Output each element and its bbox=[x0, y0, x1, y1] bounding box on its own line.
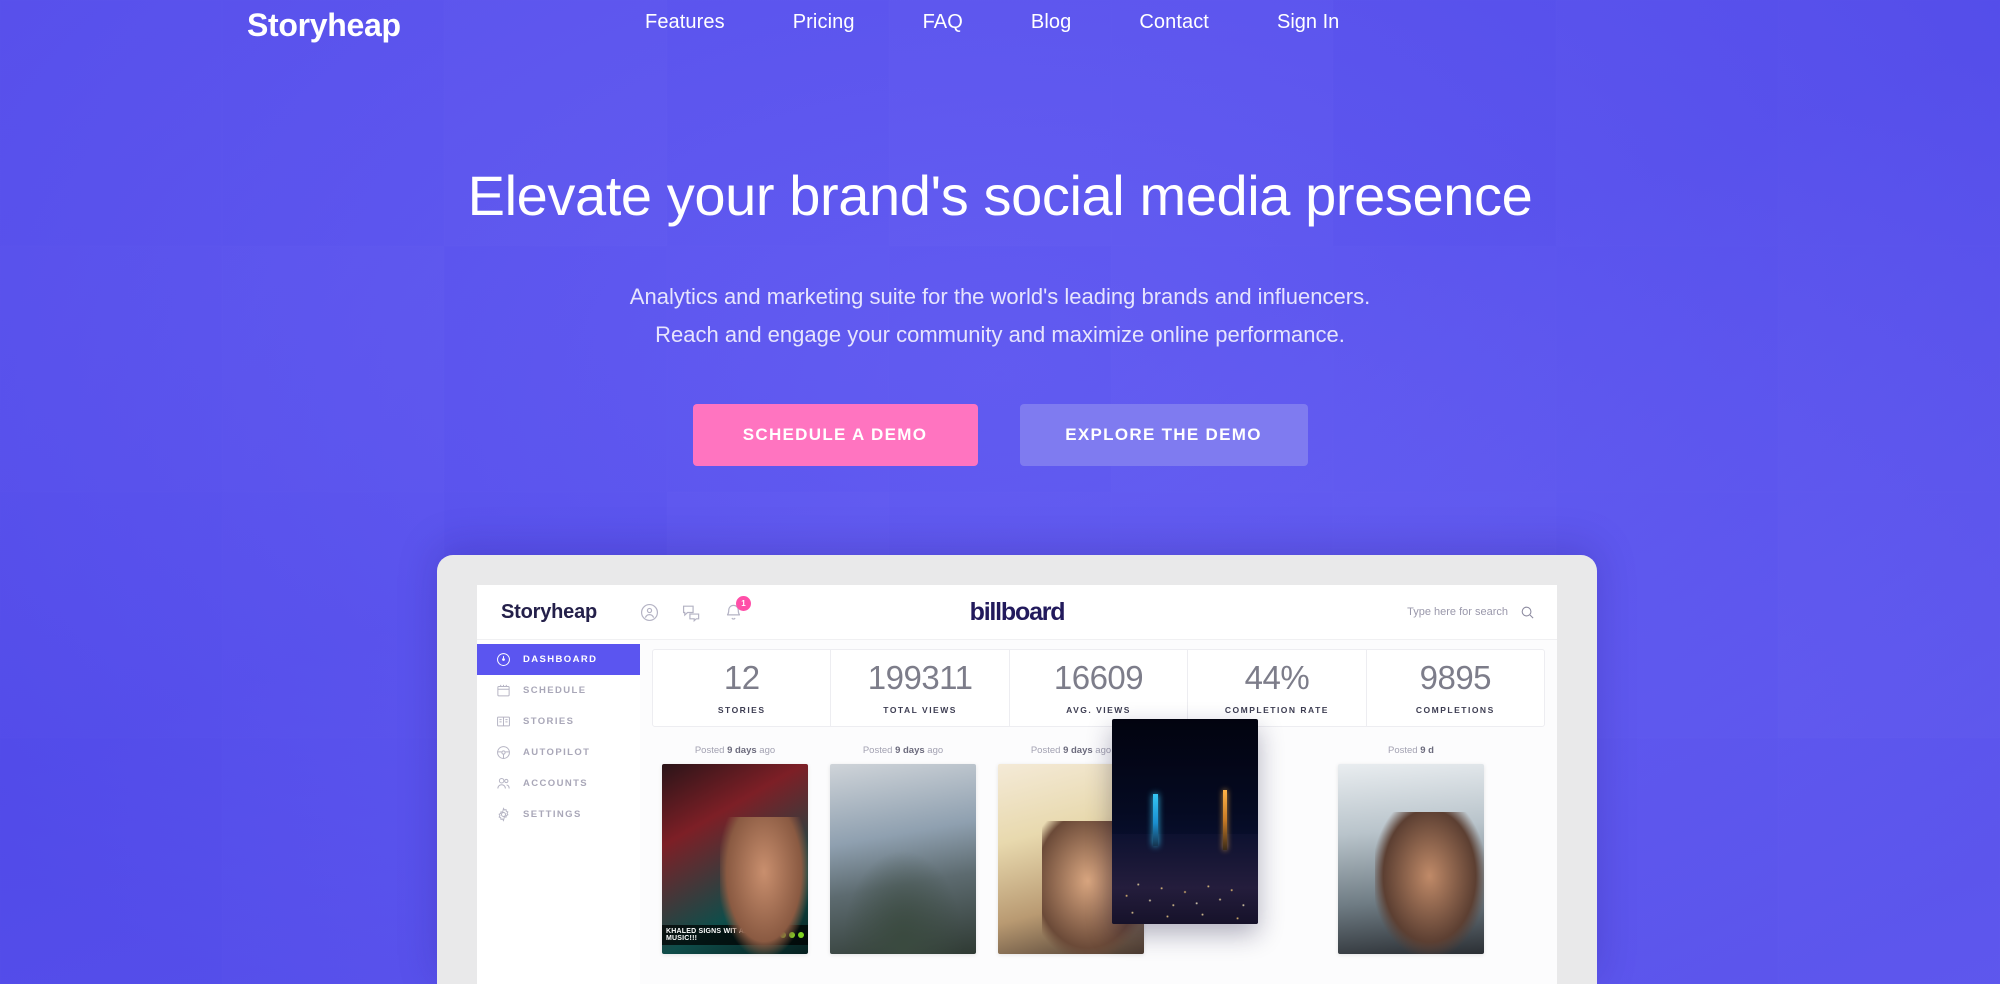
stat-completions: 9895 COMPLETIONS bbox=[1367, 650, 1544, 726]
calendar-icon bbox=[495, 683, 511, 699]
stat-completion-rate: 44% COMPLETION RATE bbox=[1188, 650, 1367, 726]
stat-value: 9895 bbox=[1419, 659, 1492, 696]
stat-stories: 12 STORIES bbox=[653, 650, 832, 726]
posted-age: 9 d bbox=[1420, 745, 1434, 756]
stat-total-views: 199311 TOTAL VIEWS bbox=[831, 650, 1010, 726]
stat-label: COMPLETION RATE bbox=[1224, 705, 1329, 715]
nav-item-pricing[interactable]: Pricing bbox=[793, 11, 855, 34]
posted-age: 9 days bbox=[1063, 745, 1093, 756]
notification-badge: 1 bbox=[736, 595, 752, 611]
site-logo[interactable]: Storyheap bbox=[247, 7, 401, 44]
story-posted-meta: Posted 9 d bbox=[1338, 745, 1484, 756]
sidebar-item-stories[interactable]: STORIES bbox=[477, 706, 640, 737]
sign-in-link[interactable]: Sign In bbox=[1277, 11, 1339, 34]
nav-links: Features Pricing FAQ Blog Contact bbox=[645, 11, 1209, 34]
story-caption-text: KHALED SIGNS WIT APPLE MUSIC!!! bbox=[666, 928, 764, 942]
stat-value: 12 bbox=[723, 659, 760, 696]
chat-icon[interactable] bbox=[682, 603, 701, 622]
posted-prefix: Posted bbox=[1030, 745, 1064, 756]
sidebar-item-settings[interactable]: SETTINGS bbox=[477, 799, 640, 830]
hero-subtitle: Analytics and marketing suite for the wo… bbox=[0, 278, 2000, 354]
nav-item-contact[interactable]: Contact bbox=[1139, 11, 1209, 34]
story-thumbnail[interactable] bbox=[1338, 764, 1484, 954]
search-icon[interactable] bbox=[1520, 605, 1535, 620]
story-thumbnail-nyc-skyline[interactable] bbox=[1112, 719, 1258, 924]
story-caption: KHALED SIGNS WIT APPLE MUSIC!!! bbox=[662, 925, 808, 945]
search-input[interactable]: Type here for search bbox=[1407, 606, 1508, 618]
book-icon bbox=[495, 714, 511, 730]
hero-section: Elevate your brand's social media presen… bbox=[0, 0, 2000, 467]
hero-cta-row: SCHEDULE A DEMO EXPLORE THE DEMO bbox=[0, 404, 2000, 467]
posted-prefix: Posted bbox=[862, 745, 896, 756]
steering-wheel-icon bbox=[495, 745, 511, 761]
app-header-icons: 1 bbox=[640, 595, 752, 622]
search-box[interactable]: Type here for search bbox=[1407, 605, 1535, 620]
sidebar-label-settings: SETTINGS bbox=[523, 809, 582, 820]
stat-avg-views: 16609 AVG. VIEWS bbox=[1010, 650, 1189, 726]
sidebar-label-autopilot: AUTOPILOT bbox=[523, 747, 591, 758]
posted-age: 9 days bbox=[895, 745, 925, 756]
sidebar-item-dashboard[interactable]: DASHBOARD bbox=[477, 644, 640, 675]
stat-value: 16609 bbox=[1053, 659, 1144, 696]
story-card[interactable]: Posted 9 d bbox=[1338, 745, 1484, 954]
story-cards-row: Posted 9 days ago KHALED SIGNS WIT APPLE… bbox=[640, 719, 1557, 954]
app-body: DASHBOARD SCHEDULE STORIES AUTOPILOT ACC… bbox=[477, 640, 1557, 984]
nav-item-features[interactable]: Features bbox=[645, 11, 725, 34]
app-sidebar: DASHBOARD SCHEDULE STORIES AUTOPILOT ACC… bbox=[477, 640, 640, 984]
story-card-featured[interactable] bbox=[1112, 719, 1258, 924]
stat-label: COMPLETIONS bbox=[1415, 705, 1495, 715]
sidebar-label-stories: STORIES bbox=[523, 716, 575, 727]
speedometer-icon bbox=[495, 652, 511, 668]
posted-suffix: ago bbox=[1092, 745, 1112, 756]
dashboard-device-mockup: Storyheap 1 billboard Type here for sear… bbox=[437, 555, 1597, 984]
person-circle-icon[interactable] bbox=[640, 603, 659, 622]
green-dot-icon bbox=[789, 932, 795, 938]
hero-subtitle-line-1: Analytics and marketing suite for the wo… bbox=[629, 283, 1371, 309]
story-posted-meta: Posted 9 days ago bbox=[830, 745, 976, 756]
stat-label: TOTAL VIEWS bbox=[883, 705, 957, 715]
stat-value: 199311 bbox=[867, 659, 973, 696]
app-header: Storyheap 1 billboard Type here for sear… bbox=[477, 585, 1557, 640]
sidebar-item-accounts[interactable]: ACCOUNTS bbox=[477, 768, 640, 799]
antenna-tower bbox=[1222, 790, 1227, 851]
posted-age: 9 days bbox=[727, 745, 757, 756]
hero-headline: Elevate your brand's social media presen… bbox=[467, 164, 1533, 227]
posted-prefix: Posted bbox=[694, 745, 728, 756]
app-logo[interactable]: Storyheap bbox=[501, 601, 597, 624]
bell-icon[interactable]: 1 bbox=[724, 595, 752, 622]
billboard-brand-logo: billboard bbox=[969, 597, 1066, 626]
stat-label: STORIES bbox=[717, 705, 766, 715]
sidebar-label-dashboard: DASHBOARD bbox=[523, 654, 598, 665]
dashboard-main: 12 STORIES 199311 TOTAL VIEWS 16609 AVG.… bbox=[640, 640, 1557, 984]
green-dot-icon bbox=[780, 932, 786, 938]
explore-demo-button[interactable]: EXPLORE THE DEMO bbox=[1019, 404, 1308, 467]
gear-icon bbox=[495, 807, 511, 823]
posted-suffix: ago bbox=[924, 745, 944, 756]
story-thumbnail[interactable]: KHALED SIGNS WIT APPLE MUSIC!!! bbox=[662, 764, 808, 954]
green-dot-icon bbox=[798, 932, 804, 938]
dashboard-screen: Storyheap 1 billboard Type here for sear… bbox=[477, 585, 1557, 984]
story-thumbnail[interactable] bbox=[830, 764, 976, 954]
city-lights bbox=[1112, 829, 1258, 924]
story-card[interactable]: Posted 9 days ago bbox=[830, 745, 976, 954]
story-posted-meta: Posted 9 days ago bbox=[662, 745, 808, 756]
nav-item-blog[interactable]: Blog bbox=[1031, 11, 1071, 34]
sidebar-label-schedule: SCHEDULE bbox=[523, 685, 587, 696]
stat-label: AVG. VIEWS bbox=[1066, 705, 1131, 715]
schedule-demo-button[interactable]: SCHEDULE A DEMO bbox=[692, 404, 978, 467]
stat-value: 44% bbox=[1244, 659, 1310, 696]
story-card[interactable]: Posted 9 days ago KHALED SIGNS WIT APPLE… bbox=[662, 745, 808, 954]
posted-prefix: Posted bbox=[1388, 745, 1421, 756]
main-navigation: Storyheap Features Pricing FAQ Blog Cont… bbox=[0, 0, 2000, 62]
users-icon bbox=[495, 776, 511, 792]
empire-state-building bbox=[1152, 794, 1158, 847]
nav-item-faq[interactable]: FAQ bbox=[923, 11, 963, 34]
stats-bar: 12 STORIES 199311 TOTAL VIEWS 16609 AVG.… bbox=[652, 649, 1545, 727]
sidebar-label-accounts: ACCOUNTS bbox=[523, 778, 589, 789]
sidebar-item-autopilot[interactable]: AUTOPILOT bbox=[477, 737, 640, 768]
sidebar-item-schedule[interactable]: SCHEDULE bbox=[477, 675, 640, 706]
hero-subtitle-line-2: Reach and engage your community and maxi… bbox=[655, 321, 1345, 347]
posted-suffix: ago bbox=[756, 745, 776, 756]
